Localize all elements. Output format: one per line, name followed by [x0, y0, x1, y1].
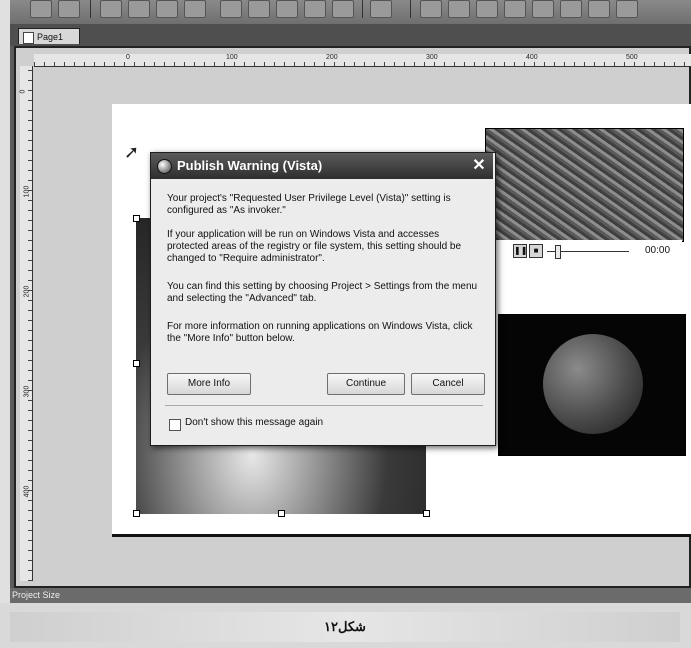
- city-video[interactable]: [485, 128, 684, 242]
- toolbar-separator: [362, 0, 363, 18]
- ruler-label: 300: [23, 385, 31, 398]
- toolbar-button[interactable]: [156, 0, 178, 18]
- toolbar-button[interactable]: [616, 0, 638, 18]
- dialog-paragraph: Your project's "Requested User Privilege…: [167, 193, 451, 216]
- toolbar-button[interactable]: [332, 0, 354, 18]
- toolbar-button[interactable]: [504, 0, 526, 18]
- resize-handle[interactable]: [133, 360, 140, 367]
- video-time: 00:00: [645, 245, 671, 256]
- toolbar-button[interactable]: [276, 0, 298, 18]
- pause-icon[interactable]: ❚❚: [513, 244, 527, 258]
- ruler-label: 400: [526, 54, 538, 61]
- resize-handle[interactable]: [278, 510, 285, 517]
- ruler-label: 100: [226, 54, 238, 61]
- dialog-titlebar[interactable]: Publish Warning (Vista) ✕: [151, 153, 493, 179]
- dialog-paragraph: For more information on running applicat…: [167, 321, 473, 344]
- dialog-app-icon: [157, 159, 172, 174]
- ruler-top: 0 100 200 300 400 500: [34, 54, 691, 67]
- video-controls: ❚❚ ■ 00:00: [485, 240, 682, 262]
- toolbar-button[interactable]: [370, 0, 392, 18]
- resize-handle[interactable]: [133, 215, 140, 222]
- toolbar-button[interactable]: [58, 0, 80, 18]
- tab-label: Page1: [37, 32, 64, 42]
- toolbar-button[interactable]: [588, 0, 610, 18]
- cancel-button[interactable]: Cancel: [411, 373, 485, 395]
- ruler-label: 100: [23, 185, 31, 198]
- toolbar-button[interactable]: [560, 0, 582, 18]
- ruler-label: 200: [326, 54, 338, 61]
- status-bar: Project Size: [10, 588, 691, 603]
- dialog-paragraph: If your application will be run on Windo…: [167, 229, 462, 264]
- tab-page1[interactable]: Page1: [18, 28, 80, 44]
- continue-button[interactable]: Continue: [327, 373, 405, 395]
- globe-image: [543, 334, 643, 434]
- cursor-arrow-icon: ➚: [124, 142, 140, 162]
- dont-show-label[interactable]: Don't show this message again: [185, 417, 323, 428]
- publish-warning-dialog: Publish Warning (Vista) ✕ Your project's…: [150, 152, 496, 446]
- tab-row: Page1: [10, 24, 691, 46]
- toolbar-button[interactable]: [100, 0, 122, 18]
- toolbar: [10, 0, 691, 24]
- ruler-label: 200: [23, 285, 31, 298]
- toolbar-button[interactable]: [248, 0, 270, 18]
- dont-show-checkbox[interactable]: [169, 419, 181, 431]
- ruler-label: 300: [426, 54, 438, 61]
- figure-caption: شکل۱۲: [10, 612, 680, 642]
- toolbar-button[interactable]: [30, 0, 52, 18]
- ruler-left: 0 100 200 300 400: [19, 66, 33, 581]
- more-info-button[interactable]: More Info: [167, 373, 251, 395]
- ruler-label: 0: [19, 89, 27, 94]
- ruler-label: 500: [626, 54, 638, 61]
- toolbar-button[interactable]: [420, 0, 442, 18]
- dialog-paragraph: You can find this setting by choosing Pr…: [167, 281, 478, 304]
- seek-knob[interactable]: [555, 245, 561, 259]
- toolbar-button[interactable]: [476, 0, 498, 18]
- toolbar-button[interactable]: [448, 0, 470, 18]
- resize-handle[interactable]: [423, 510, 430, 517]
- toolbar-separator: [90, 0, 91, 18]
- toolbar-button[interactable]: [184, 0, 206, 18]
- dialog-title: Publish Warning (Vista): [177, 158, 323, 173]
- ruler-label: 400: [23, 485, 31, 498]
- dialog-divider: [165, 405, 483, 406]
- toolbar-button[interactable]: [532, 0, 554, 18]
- toolbar-button[interactable]: [128, 0, 150, 18]
- stop-icon[interactable]: ■: [529, 244, 543, 258]
- resize-handle[interactable]: [133, 510, 140, 517]
- page-doc-icon: [23, 32, 34, 44]
- globe-video[interactable]: [498, 314, 686, 456]
- toolbar-separator: [410, 0, 411, 18]
- status-text: Project Size: [12, 590, 61, 600]
- ruler-label: 0: [126, 54, 130, 61]
- toolbar-button[interactable]: [220, 0, 242, 18]
- toolbar-button[interactable]: [304, 0, 326, 18]
- close-icon[interactable]: ✕: [469, 157, 489, 175]
- page-edge: [0, 0, 10, 603]
